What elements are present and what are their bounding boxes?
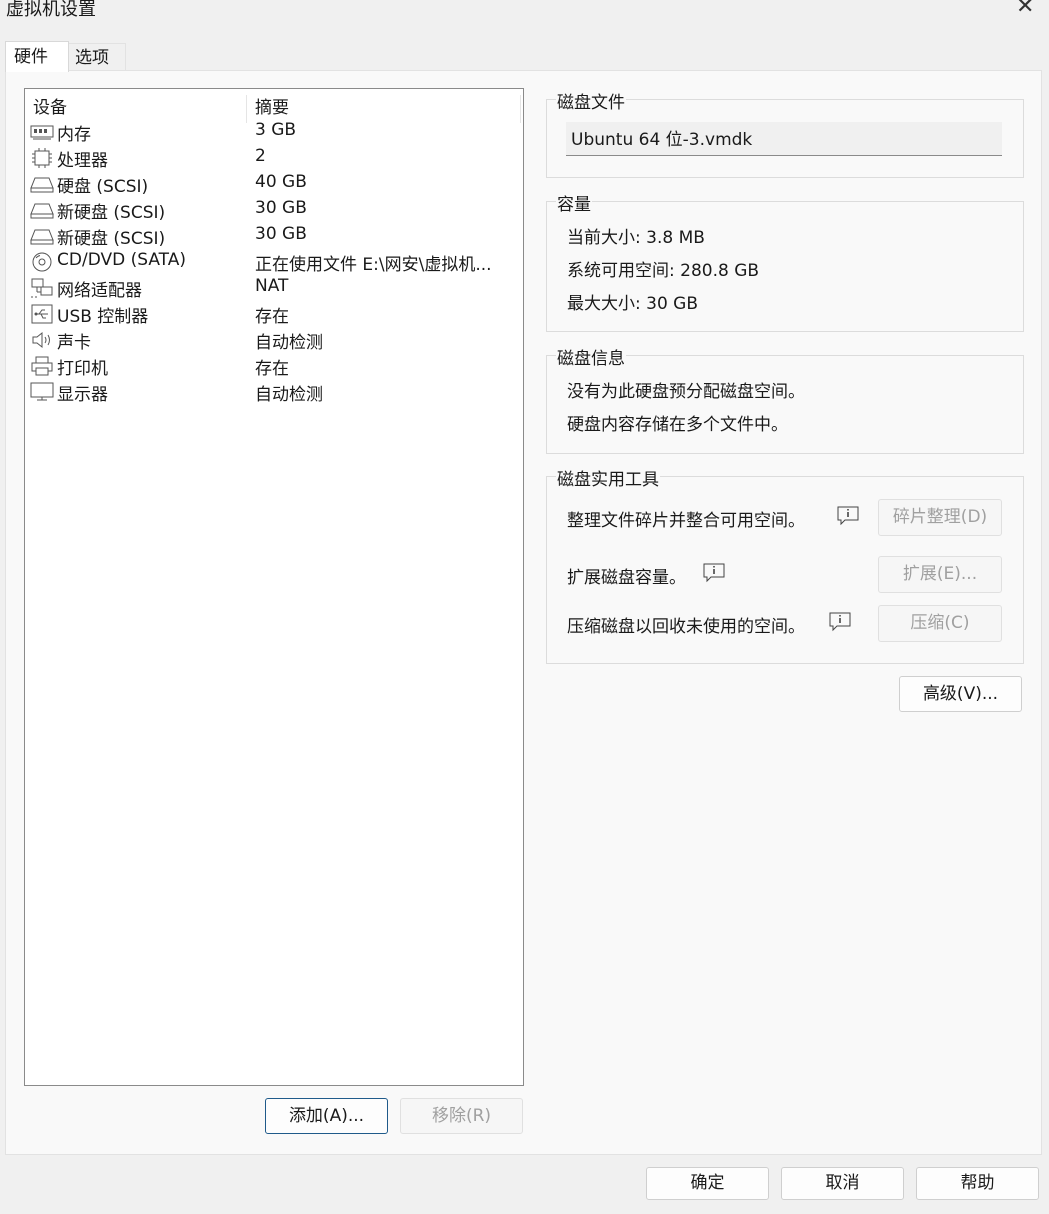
- defrag-description: 整理文件碎片并整合可用空间。: [567, 511, 805, 531]
- device-name: 打印机: [57, 359, 108, 379]
- close-icon[interactable]: ✕: [1016, 0, 1034, 19]
- device-name: 硬盘 (SCSI): [57, 177, 149, 197]
- device-summary: 自动检测: [255, 385, 323, 405]
- device-name: 声卡: [57, 333, 91, 353]
- hard-disk-icon: [30, 203, 54, 219]
- available-space-text: 系统可用空间: 280.8 GB: [567, 261, 760, 281]
- disk-info-line-1: 没有为此硬盘预分配磁盘空间。: [567, 382, 805, 402]
- processor-icon: [32, 148, 52, 168]
- remove-button[interactable]: 移除(R): [400, 1098, 523, 1134]
- hard-disk-icon: [30, 229, 54, 245]
- tab-hardware[interactable]: 硬件: [5, 41, 69, 72]
- info-tooltip-icon[interactable]: [703, 563, 725, 583]
- device-name: CD/DVD (SATA): [57, 250, 186, 270]
- disk-file-value: Ubuntu 64 位-3.vmdk: [571, 130, 753, 150]
- device-list[interactable]: 设备 摘要 内存 3 GB 处理器 2 硬盘 (SCSI) 40 GB 新硬盘 …: [24, 88, 524, 1086]
- device-name: 网络适配器: [57, 281, 142, 301]
- add-button[interactable]: 添加(A)...: [265, 1098, 388, 1134]
- help-button[interactable]: 帮助: [916, 1167, 1039, 1200]
- window-title: 虚拟机设置: [6, 0, 96, 20]
- advanced-button[interactable]: 高级(V)...: [899, 676, 1022, 712]
- column-header-device[interactable]: 设备: [33, 93, 67, 118]
- device-row-new-hard-disk-1[interactable]: 新硬盘 (SCSI) 30 GB: [25, 197, 523, 223]
- speaker-icon: [32, 331, 50, 349]
- printer-icon: [31, 356, 53, 376]
- capacity-label: 容量: [556, 190, 592, 215]
- device-summary: 正在使用文件 E:\网安\虚拟机...: [255, 255, 492, 275]
- max-size-text: 最大大小: 30 GB: [567, 294, 699, 314]
- device-row-display[interactable]: 显示器 自动检测: [25, 379, 523, 405]
- column-header-summary[interactable]: 摘要: [255, 93, 289, 118]
- hard-disk-icon: [30, 177, 54, 193]
- device-row-printer[interactable]: 打印机 存在: [25, 353, 523, 379]
- device-row-cd-dvd[interactable]: CD/DVD (SATA) 正在使用文件 E:\网安\虚拟机...: [25, 249, 523, 275]
- compact-button[interactable]: 压缩(C): [878, 605, 1002, 642]
- monitor-icon: [30, 382, 54, 401]
- disk-info-group: [546, 355, 1024, 454]
- device-name: 处理器: [57, 151, 108, 171]
- expand-button[interactable]: 扩展(E)...: [878, 556, 1002, 593]
- device-name: 显示器: [57, 385, 108, 405]
- device-summary: 40 GB: [255, 172, 307, 192]
- device-summary: 3 GB: [255, 120, 297, 140]
- device-summary: 存在: [255, 359, 289, 379]
- device-row-sound-card[interactable]: 声卡 自动检测: [25, 327, 523, 353]
- network-adapter-icon: [31, 278, 53, 298]
- info-tooltip-icon[interactable]: [829, 612, 851, 632]
- device-summary: 30 GB: [255, 198, 307, 218]
- compact-description: 压缩磁盘以回收未使用的空间。: [567, 617, 805, 637]
- device-summary: NAT: [255, 276, 289, 296]
- device-list-header: 设备 摘要: [25, 93, 523, 123]
- disk-info-label: 磁盘信息: [556, 344, 626, 369]
- usb-icon: [31, 304, 53, 324]
- device-row-usb-controller[interactable]: USB 控制器 存在: [25, 301, 523, 327]
- device-name: 内存: [57, 125, 91, 145]
- disk-utilities-label: 磁盘实用工具: [556, 465, 660, 490]
- device-summary: 自动检测: [255, 333, 323, 353]
- device-row-processor[interactable]: 处理器 2: [25, 145, 523, 171]
- defragment-button[interactable]: 碎片整理(D): [878, 499, 1002, 536]
- tab-options[interactable]: 选项: [66, 43, 126, 72]
- cancel-button[interactable]: 取消: [781, 1167, 904, 1200]
- disk-file-label: 磁盘文件: [556, 88, 626, 113]
- title-bar: 虚拟机设置 ✕: [0, 0, 1049, 26]
- cd-dvd-icon: [32, 252, 52, 272]
- ok-button[interactable]: 确定: [646, 1167, 769, 1200]
- device-name: 新硬盘 (SCSI): [57, 203, 166, 223]
- device-summary: 存在: [255, 307, 289, 327]
- device-row-hard-disk[interactable]: 硬盘 (SCSI) 40 GB: [25, 171, 523, 197]
- device-summary: 2: [255, 146, 266, 166]
- device-name: USB 控制器: [57, 307, 149, 327]
- device-row-memory[interactable]: 内存 3 GB: [25, 119, 523, 145]
- device-summary: 30 GB: [255, 224, 307, 244]
- device-row-network-adapter[interactable]: 网络适配器 NAT: [25, 275, 523, 301]
- device-row-new-hard-disk-2[interactable]: 新硬盘 (SCSI) 30 GB: [25, 223, 523, 249]
- device-name: 新硬盘 (SCSI): [57, 229, 166, 249]
- info-tooltip-icon[interactable]: [837, 506, 859, 526]
- current-size-text: 当前大小: 3.8 MB: [567, 228, 705, 248]
- disk-file-field[interactable]: Ubuntu 64 位-3.vmdk: [566, 122, 1002, 156]
- expand-description: 扩展磁盘容量。: [567, 568, 686, 588]
- disk-info-line-2: 硬盘内容存储在多个文件中。: [567, 415, 788, 435]
- memory-icon: [30, 125, 54, 140]
